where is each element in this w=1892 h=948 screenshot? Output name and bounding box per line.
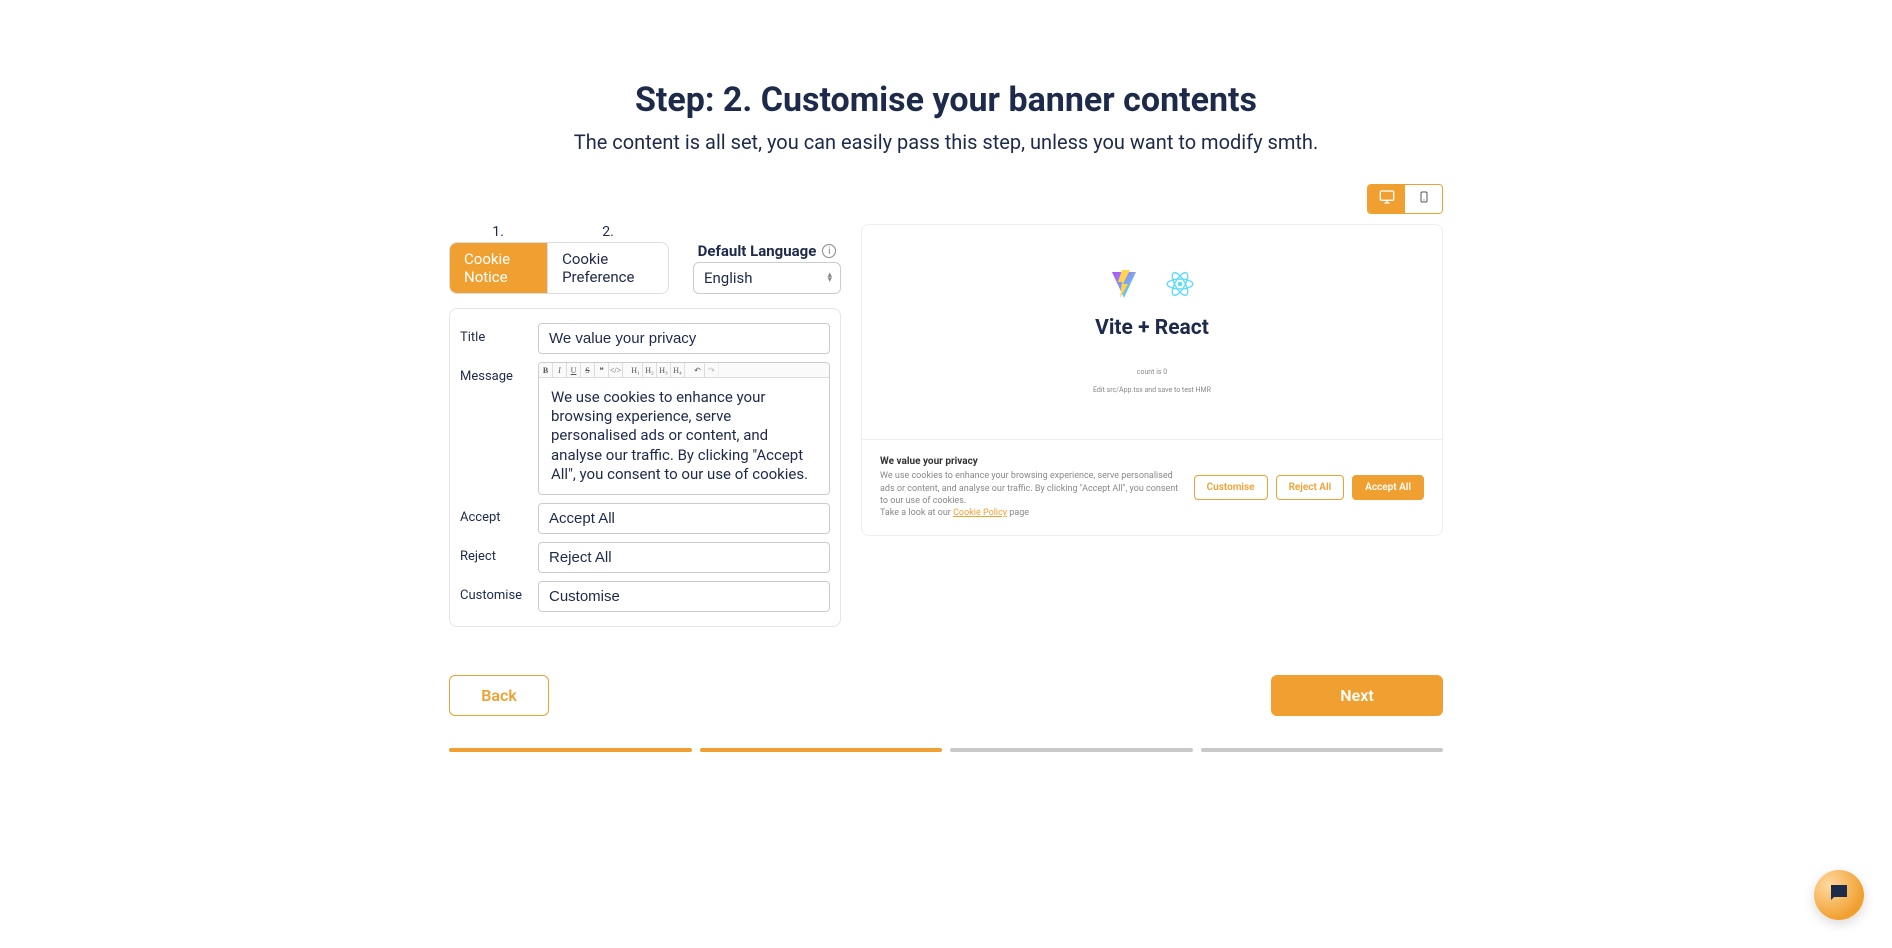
h1-button[interactable]: H₁ xyxy=(629,363,643,377)
reject-label: Reject xyxy=(460,542,538,564)
chevron-updown-icon: ▴▾ xyxy=(827,273,832,283)
code-button[interactable]: </> xyxy=(609,363,623,377)
mobile-icon xyxy=(1418,189,1430,209)
banner-title: We value your privacy xyxy=(880,456,1180,467)
message-label: Message xyxy=(460,362,538,384)
monitor-icon xyxy=(1378,189,1396,209)
preview-reject-button[interactable]: Reject All xyxy=(1276,475,1345,500)
h2-button[interactable]: H₂ xyxy=(643,363,657,377)
chat-widget-button[interactable] xyxy=(1814,870,1864,920)
customise-label: Customise xyxy=(460,581,538,603)
progress-bar xyxy=(449,748,1443,752)
title-input[interactable] xyxy=(538,323,830,354)
next-button[interactable]: Next xyxy=(1271,675,1443,716)
language-selected: English xyxy=(704,269,753,287)
preview-accept-button[interactable]: Accept All xyxy=(1352,475,1424,500)
title-label: Title xyxy=(460,323,538,345)
language-select[interactable]: English ▴▾ xyxy=(693,262,841,294)
chat-icon xyxy=(1827,881,1851,909)
progress-step-3 xyxy=(950,748,1193,752)
cookie-banner-preview: We value your privacy We use cookies to … xyxy=(862,439,1442,535)
preview-count: count is 0 xyxy=(1093,368,1211,378)
page-subtitle: The content is all set, you can easily p… xyxy=(449,130,1443,154)
italic-button[interactable]: I xyxy=(553,363,567,377)
preview-hint: Edit src/App.tsx and save to test HMR xyxy=(1093,386,1211,396)
banner-policy-prefix: Take a look at our xyxy=(880,508,953,518)
cookie-policy-link[interactable]: Cookie Policy xyxy=(953,508,1007,518)
tab-cookie-notice[interactable]: Cookie Notice xyxy=(450,243,547,293)
default-language-label: Default Language xyxy=(698,242,817,260)
undo-button[interactable]: ↶ xyxy=(691,363,705,377)
editor-toolbar: B I U S ❝ </> H₁ H₂ H₃ H₄ ↶ xyxy=(539,363,829,378)
banner-form: Title Message B I U S ❝ </> xyxy=(449,308,841,627)
info-icon[interactable]: i xyxy=(822,244,836,258)
bold-button[interactable]: B xyxy=(539,363,553,377)
react-logo-icon xyxy=(1164,268,1196,300)
progress-step-2 xyxy=(700,748,943,752)
h4-button[interactable]: H₄ xyxy=(671,363,685,377)
tab-number-1: 1. xyxy=(492,224,504,240)
message-editor[interactable]: We use cookies to enhance your browsing … xyxy=(539,378,829,494)
preview-app-title: Vite + React xyxy=(1095,316,1209,340)
preview-customise-button[interactable]: Customise xyxy=(1194,475,1268,500)
progress-step-4 xyxy=(1201,748,1444,752)
vite-logo-icon xyxy=(1108,268,1140,300)
desktop-view-button[interactable] xyxy=(1368,185,1405,213)
banner-message: We use cookies to enhance your browsing … xyxy=(880,470,1180,506)
redo-button[interactable]: ↷ xyxy=(705,363,719,377)
reject-input[interactable] xyxy=(538,542,830,573)
quote-button[interactable]: ❝ xyxy=(595,363,609,377)
mobile-view-button[interactable] xyxy=(1405,185,1442,213)
page-title: Step: 2. Customise your banner contents xyxy=(449,80,1443,120)
customise-input[interactable] xyxy=(538,581,830,612)
h3-button[interactable]: H₃ xyxy=(657,363,671,377)
back-button[interactable]: Back xyxy=(449,675,549,716)
preview-panel: Vite + React count is 0 Edit src/App.tsx… xyxy=(861,224,1443,536)
strike-button[interactable]: S xyxy=(581,363,595,377)
accept-label: Accept xyxy=(460,503,538,525)
view-toggle xyxy=(1367,184,1443,214)
tab-number-2: 2. xyxy=(602,224,614,240)
accept-input[interactable] xyxy=(538,503,830,534)
tab-cookie-preference[interactable]: Cookie Preference xyxy=(548,243,668,293)
banner-policy-suffix: page xyxy=(1007,508,1029,518)
progress-step-1 xyxy=(449,748,692,752)
underline-button[interactable]: U xyxy=(567,363,581,377)
